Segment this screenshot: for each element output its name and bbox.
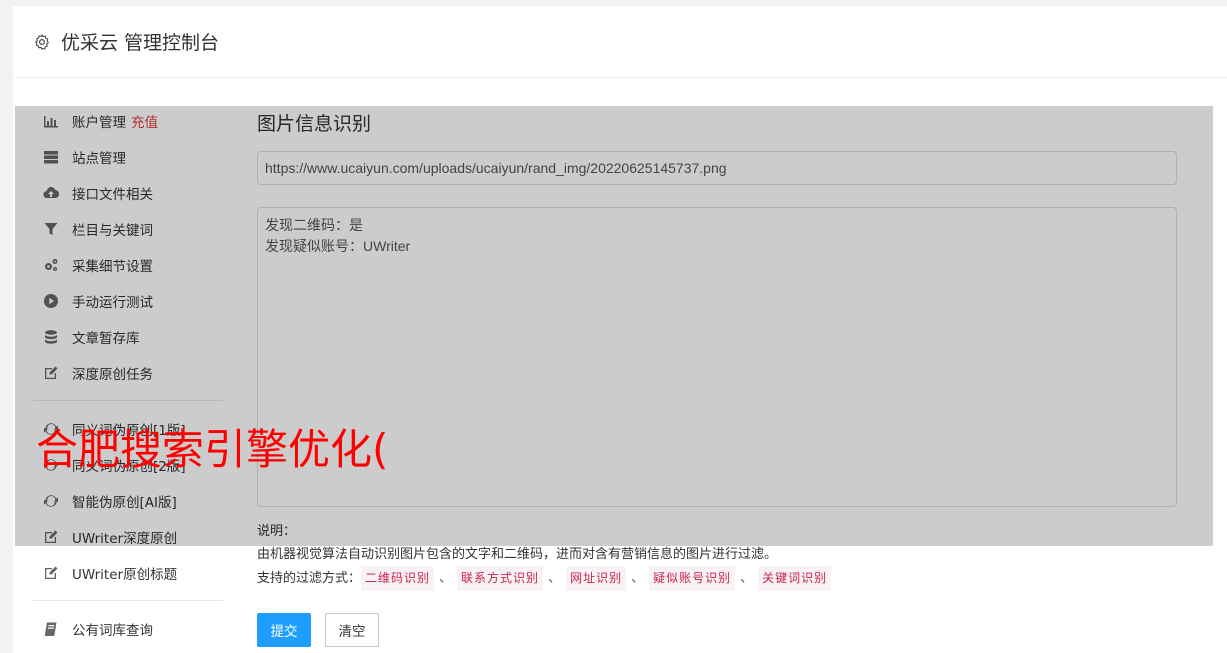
filter-tag: 网址识别	[566, 566, 627, 591]
filter-label: 支持的过滤方式：	[257, 571, 362, 586]
page-header: 优采云 管理控制台	[13, 6, 1227, 78]
page-title: 优采云 管理控制台	[61, 32, 220, 54]
notes-text: 由机器视觉算法自动识别图片包含的文字和二维码，进而对含有营销信息的图片进行过滤。	[257, 547, 778, 562]
gear-icon	[35, 33, 49, 50]
action-buttons: 提交 清空	[257, 613, 1177, 647]
filter-separator: 、	[548, 571, 562, 586]
sidebar-item-label: 公有词库查询	[72, 623, 153, 639]
sidebar-divider	[33, 600, 223, 601]
edit-icon	[43, 565, 59, 581]
watermark-text: 合肥搜索引擎优化(	[36, 425, 389, 474]
filter-separator: 、	[439, 571, 453, 586]
filter-separator: 、	[631, 571, 645, 586]
filter-tag: 联系方式识别	[457, 566, 544, 591]
filter-methods: 支持的过滤方式： 二维码识别 、 联系方式识别 、 网址识别 、 疑似账号识别 …	[257, 566, 1177, 591]
sidebar-item-public-lexicon[interactable]: 公有词库查询	[33, 611, 223, 647]
gray-overlay	[15, 106, 1213, 546]
sidebar-item-uwriter-title[interactable]: UWriter原创标题	[33, 555, 223, 591]
sidebar-item-label: UWriter原创标题	[72, 567, 178, 583]
book-icon	[43, 621, 59, 637]
clear-button[interactable]: 清空	[325, 613, 379, 647]
filter-tag: 疑似账号识别	[649, 566, 736, 591]
filter-tag: 二维码识别	[361, 566, 435, 591]
submit-button[interactable]: 提交	[257, 613, 311, 647]
filter-separator: 、	[740, 571, 754, 586]
filter-tag: 关键词识别	[758, 566, 832, 591]
